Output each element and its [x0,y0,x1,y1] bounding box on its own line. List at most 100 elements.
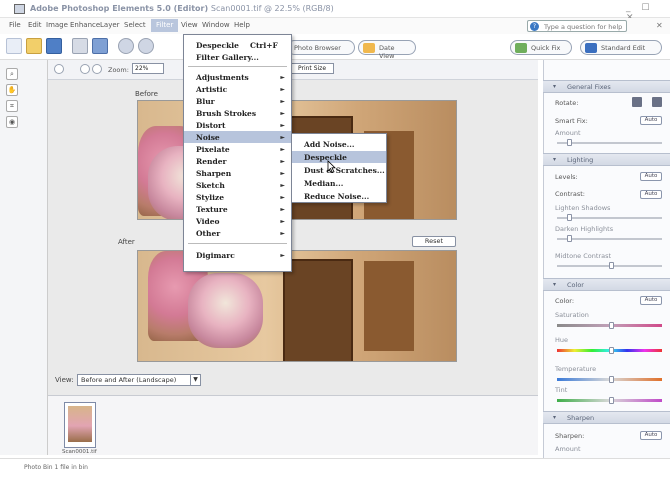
filter-pixelate[interactable]: Pixelate ► [184,143,291,155]
smart-fix-auto-button[interactable]: Auto [640,116,662,125]
quick-fix-button[interactable]: Quick Fix [510,40,572,55]
print-icon[interactable] [72,38,88,54]
filter-last-despeckle[interactable]: Despeckle Ctrl+F [184,39,291,51]
menu-edit[interactable]: Edit [28,21,42,29]
darken-highlights-slider[interactable] [557,238,662,240]
filter-video[interactable]: Video ► [184,215,291,227]
zoom-label: Zoom: [108,66,129,74]
zoom-tool-icon[interactable]: ⌕ [6,68,18,80]
lighten-shadows-slider[interactable] [557,217,662,219]
general-fixes-header[interactable]: ▾ General Fixes [543,80,670,93]
filter-brush-strokes[interactable]: Brush Strokes ► [184,107,291,119]
help-search-input[interactable]: ? Type a question for help [527,20,627,32]
contrast-auto-button[interactable]: Auto [640,190,662,199]
hue-slider-handle[interactable] [609,347,614,354]
filter-artistic[interactable]: Artistic ► [184,83,291,95]
smart-fix-slider[interactable] [557,142,662,144]
filter-noise[interactable]: Noise ► [184,131,291,143]
menu-file[interactable]: File [9,21,21,29]
crop-tool-icon[interactable]: ⌗ [6,100,18,112]
color-label: Color: [555,297,575,305]
tint-label: Tint [555,386,568,394]
after-label: After [118,238,135,246]
status-bar [0,458,670,477]
title-bar: Adobe Photoshop Elements 5.0 (Editor) Sc… [0,0,670,23]
lighten-shadows-slider-handle[interactable] [567,214,572,221]
menu-enhance[interactable]: Enhance [70,21,100,29]
darken-highlights-slider-handle[interactable] [567,235,572,242]
new-file-icon[interactable] [6,38,22,54]
noise-median[interactable]: Median... [292,177,386,189]
filter-other[interactable]: Other ► [184,227,291,239]
filter-adjustments[interactable]: Adjustments ► [184,71,291,83]
filter-render[interactable]: Render ► [184,155,291,167]
filter-blur[interactable]: Blur ► [184,95,291,107]
red-eye-tool-icon[interactable]: ◉ [6,116,18,128]
mouse-cursor-icon [327,160,336,173]
print-size-button[interactable]: Print Size [290,63,334,74]
noise-dust-scratches[interactable]: Dust & Scratches... [292,164,386,176]
online-services-icon[interactable] [92,38,108,54]
filter-texture[interactable]: Texture ► [184,203,291,215]
save-icon[interactable] [46,38,62,54]
midtone-contrast-slider-handle[interactable] [609,262,614,269]
noise-despeckle[interactable]: Despeckle [292,151,386,163]
filter-gallery[interactable]: Filter Gallery... [184,51,291,63]
menu-image[interactable]: Image [46,21,68,29]
sharpen-header[interactable]: ▾ Sharpen [543,411,670,424]
zoom-field[interactable]: 22% [132,63,164,74]
photo-bin-caption: Scan0001.tif [62,449,97,455]
menu-help[interactable]: Help [234,21,250,29]
zoom-in-icon[interactable] [80,64,90,74]
menu-view[interactable]: View [181,21,198,29]
photo-browser-button[interactable]: Photo Browser [287,40,355,55]
temperature-slider-handle[interactable] [609,376,614,383]
status-text[interactable]: Photo Bin 1 file in bin [24,464,88,471]
filter-digimarc[interactable]: Digimarc ► [184,249,291,261]
close-icon[interactable]: ✕ [656,21,663,30]
smart-fix-amount-label: Amount [555,129,581,137]
standard-edit-button[interactable]: Standard Edit [580,40,662,55]
redo-icon[interactable] [138,38,154,54]
quick-fix-icon [515,43,527,53]
color-auto-button[interactable]: Auto [640,296,662,305]
hue-label: Hue [555,336,569,344]
date-view-button[interactable]: Date View [358,40,416,60]
noise-reduce-noise[interactable]: Reduce Noise... [292,190,386,202]
sharpen-label: Sharpen: [555,432,585,440]
filter-distort[interactable]: Distort ► [184,119,291,131]
window-title: Adobe Photoshop Elements 5.0 (Editor) Sc… [30,4,334,13]
filter-menu: Despeckle Ctrl+F Filter Gallery... Adjust… [183,34,292,272]
open-folder-icon[interactable] [26,38,42,54]
noise-add-noise[interactable]: Add Noise... [292,138,386,150]
standard-edit-icon [585,43,597,53]
menu-layer[interactable]: Layer [100,21,120,29]
temperature-label: Temperature [555,365,597,373]
lighten-shadows-label: Lighten Shadows [555,204,611,212]
menu-filter[interactable]: Filter [151,19,179,32]
smart-fix-slider-handle[interactable] [567,139,572,146]
saturation-label: Saturation [555,311,589,319]
levels-auto-button[interactable]: Auto [640,172,662,181]
filter-sharpen[interactable]: Sharpen ► [184,167,291,179]
filter-stylize[interactable]: Stylize ► [184,191,291,203]
saturation-slider-handle[interactable] [609,322,614,329]
toolbox: ⌕ ✋ ⌗ ◉ [0,60,48,455]
tint-slider-handle[interactable] [609,397,614,404]
view-select[interactable]: Before and After (Landscape) ▼ [77,374,201,386]
zoom-icon[interactable] [54,64,64,74]
zoom-out-icon[interactable] [92,64,102,74]
undo-icon[interactable] [118,38,134,54]
rotate-right-icon[interactable] [652,97,662,107]
photo-bin-thumbnail[interactable] [64,402,96,448]
lighting-header[interactable]: ▾ Lighting [543,153,670,166]
menu-window[interactable]: Window [202,21,230,29]
rotate-left-icon[interactable] [632,97,642,107]
hand-tool-icon[interactable]: ✋ [6,84,18,96]
reset-button[interactable]: Reset [412,236,456,247]
midtone-contrast-label: Midtone Contrast [555,252,612,260]
menu-select[interactable]: Select [124,21,146,29]
sharpen-auto-button[interactable]: Auto [640,431,662,440]
filter-sketch[interactable]: Sketch ► [184,179,291,191]
color-header[interactable]: ▾ Color [543,278,670,291]
